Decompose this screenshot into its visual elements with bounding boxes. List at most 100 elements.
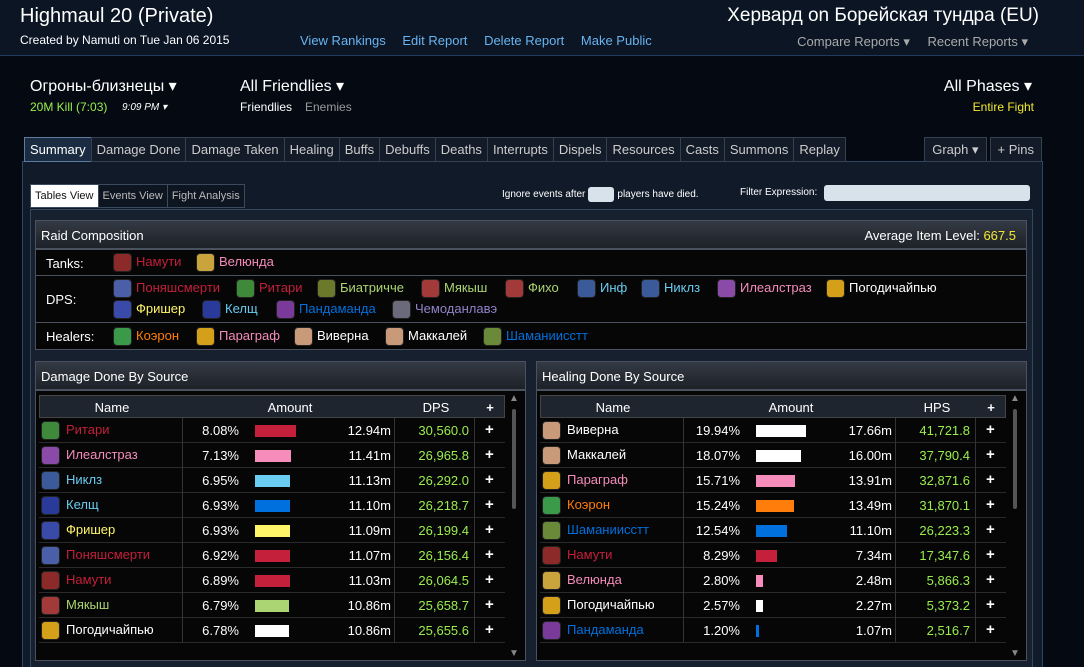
player-name-cell[interactable]: Поняшсмерти <box>41 546 150 565</box>
player-entry[interactable]: Погодичайпью <box>826 279 937 298</box>
expand-row-button[interactable]: + <box>485 471 494 488</box>
scroll-up-icon[interactable]: ▲ <box>509 393 519 404</box>
compare-reports-menu[interactable]: Compare Reports ▾ <box>797 34 910 49</box>
player-name-cell[interactable]: Коэрон <box>542 496 610 515</box>
player-entry[interactable]: Пандаманда <box>276 300 376 319</box>
expand-row-button[interactable]: + <box>986 546 995 563</box>
table-row[interactable]: Пандаманда 1.20% 1.07m 2,516.7 + <box>540 618 1006 643</box>
expand-row-button[interactable]: + <box>986 596 995 613</box>
player-entry[interactable]: Коэрон <box>113 327 179 346</box>
tab-tables-view[interactable]: Tables View <box>30 184 99 208</box>
table-row[interactable]: Ритари 8.08% 12.94m 30,560.0 + <box>39 418 505 443</box>
expand-row-button[interactable]: + <box>485 546 494 563</box>
tab-fight-analysis[interactable]: Fight Analysis <box>166 184 245 208</box>
kill-time-selector[interactable]: 9:09 PM ▾ <box>122 102 167 113</box>
tab-events-view[interactable]: Events View <box>97 184 168 208</box>
table-row[interactable]: Погодичайпью 6.78% 10.86m 25,655.6 + <box>39 618 505 643</box>
col-name[interactable]: Name <box>40 400 184 415</box>
col-amount[interactable]: Amount <box>184 400 396 415</box>
tab-healing[interactable]: Healing <box>283 137 340 162</box>
table-row[interactable]: Никлз 6.95% 11.13m 26,292.0 + <box>39 468 505 493</box>
add-column-button[interactable]: + <box>977 400 1005 415</box>
tab-buffs[interactable]: Buffs <box>338 137 381 162</box>
player-name-cell[interactable]: Шаманиисстт <box>542 521 649 540</box>
player-name-cell[interactable]: Никлз <box>41 471 102 490</box>
healing-scrollbar[interactable]: ▲ ▼ <box>1008 393 1022 659</box>
player-entry[interactable]: Шаманиисстт <box>483 327 588 346</box>
player-entry[interactable]: Велюнда <box>196 253 274 272</box>
player-entry[interactable]: Илеалстраз <box>717 279 812 298</box>
expand-row-button[interactable]: + <box>986 521 995 538</box>
expand-row-button[interactable]: + <box>485 621 494 638</box>
expand-row-button[interactable]: + <box>986 421 995 438</box>
table-row[interactable]: Шаманиисстт 12.54% 11.10m 26,223.3 + <box>540 518 1006 543</box>
table-row[interactable]: Поняшсмерти 6.92% 11.07m 26,156.4 + <box>39 543 505 568</box>
player-name-cell[interactable]: Пандаманда <box>542 621 644 640</box>
table-row[interactable]: Илеалстраз 7.13% 11.41m 26,965.8 + <box>39 443 505 468</box>
friendlies-toggle[interactable]: Friendlies <box>240 100 292 114</box>
expand-row-button[interactable]: + <box>485 496 494 513</box>
expand-row-button[interactable]: + <box>986 621 995 638</box>
tab-dispels[interactable]: Dispels <box>552 137 608 162</box>
player-name-cell[interactable]: Погодичайпью <box>41 621 154 640</box>
tab-damage-done[interactable]: Damage Done <box>90 137 187 162</box>
tab-debuffs[interactable]: Debuffs <box>379 137 436 162</box>
player-entry[interactable]: Маккалей <box>385 327 467 346</box>
phases-selector[interactable]: All Phases ▾ <box>944 76 1032 96</box>
table-row[interactable]: Келщ 6.93% 11.10m 26,218.7 + <box>39 493 505 518</box>
scroll-down-icon[interactable]: ▼ <box>1010 648 1020 659</box>
player-entry[interactable]: Намути <box>113 253 181 272</box>
player-entry[interactable]: Фришер <box>113 300 185 319</box>
table-row[interactable]: Виверна 19.94% 17.66m 41,721.8 + <box>540 418 1006 443</box>
scroll-down-icon[interactable]: ▼ <box>509 648 519 659</box>
recent-reports-menu[interactable]: Recent Reports ▾ <box>928 34 1028 49</box>
player-name-cell[interactable]: Намути <box>542 546 612 565</box>
player-entry[interactable]: Биатриччe <box>317 279 404 298</box>
table-row[interactable]: Коэрон 15.24% 13.49m 31,870.1 + <box>540 493 1006 518</box>
player-entry[interactable]: Мякыш <box>421 279 487 298</box>
player-entry[interactable]: Поняшсмерти <box>113 279 220 298</box>
table-row[interactable]: Погодичайпью 2.57% 2.27m 5,373.2 + <box>540 593 1006 618</box>
tab-summons[interactable]: Summons <box>723 137 795 162</box>
player-name-cell[interactable]: Маккалей <box>542 446 626 465</box>
expand-row-button[interactable]: + <box>986 471 995 488</box>
expand-row-button[interactable]: + <box>485 446 494 463</box>
player-name-cell[interactable]: Виверна <box>542 421 619 440</box>
player-entry[interactable]: Келщ <box>202 300 258 319</box>
col-name[interactable]: Name <box>541 400 685 415</box>
tab-interrupts[interactable]: Interrupts <box>486 137 554 162</box>
player-name-cell[interactable]: Велюнда <box>542 571 622 590</box>
col-amount[interactable]: Amount <box>685 400 897 415</box>
table-row[interactable]: Велюнда 2.80% 2.48m 5,866.3 + <box>540 568 1006 593</box>
entire-fight-label[interactable]: Entire Fight <box>973 100 1034 114</box>
tab-summary[interactable]: Summary <box>24 137 92 162</box>
friendlies-selector[interactable]: All Friendlies ▾ <box>240 76 344 96</box>
table-row[interactable]: Фришер 6.93% 11.09m 26,199.4 + <box>39 518 505 543</box>
view-rankings-link[interactable]: View Rankings <box>300 33 386 48</box>
graph-button[interactable]: Graph ▾ <box>924 137 987 162</box>
player-entry[interactable]: Виверна <box>294 327 369 346</box>
expand-row-button[interactable]: + <box>485 596 494 613</box>
edit-report-link[interactable]: Edit Report <box>402 33 467 48</box>
expand-row-button[interactable]: + <box>986 571 995 588</box>
player-name-cell[interactable]: Намути <box>41 571 111 590</box>
expand-row-button[interactable]: + <box>986 446 995 463</box>
ignore-deaths-input[interactable] <box>588 187 615 202</box>
player-name-cell[interactable]: Илеалстраз <box>41 446 138 465</box>
table-row[interactable]: Намути 8.29% 7.34m 17,347.6 + <box>540 543 1006 568</box>
make-public-link[interactable]: Make Public <box>581 33 652 48</box>
table-row[interactable]: Намути 6.89% 11.03m 26,064.5 + <box>39 568 505 593</box>
enemies-toggle[interactable]: Enemies <box>305 100 352 114</box>
scroll-up-icon[interactable]: ▲ <box>1010 393 1020 404</box>
player-name-cell[interactable]: Келщ <box>41 496 99 515</box>
player-name-cell[interactable]: Мякыш <box>41 596 109 615</box>
expand-row-button[interactable]: + <box>485 521 494 538</box>
table-row[interactable]: Мякыш 6.79% 10.86m 25,658.7 + <box>39 593 505 618</box>
player-name-cell[interactable]: Фришер <box>41 521 115 540</box>
table-row[interactable]: Маккалей 18.07% 16.00m 37,790.4 + <box>540 443 1006 468</box>
tab-resources[interactable]: Resources <box>606 137 681 162</box>
player-entry[interactable]: Параграф <box>196 327 280 346</box>
expand-row-button[interactable]: + <box>485 421 494 438</box>
filter-expression-input[interactable] <box>824 185 1030 201</box>
player-name-cell[interactable]: Погодичайпью <box>542 596 655 615</box>
